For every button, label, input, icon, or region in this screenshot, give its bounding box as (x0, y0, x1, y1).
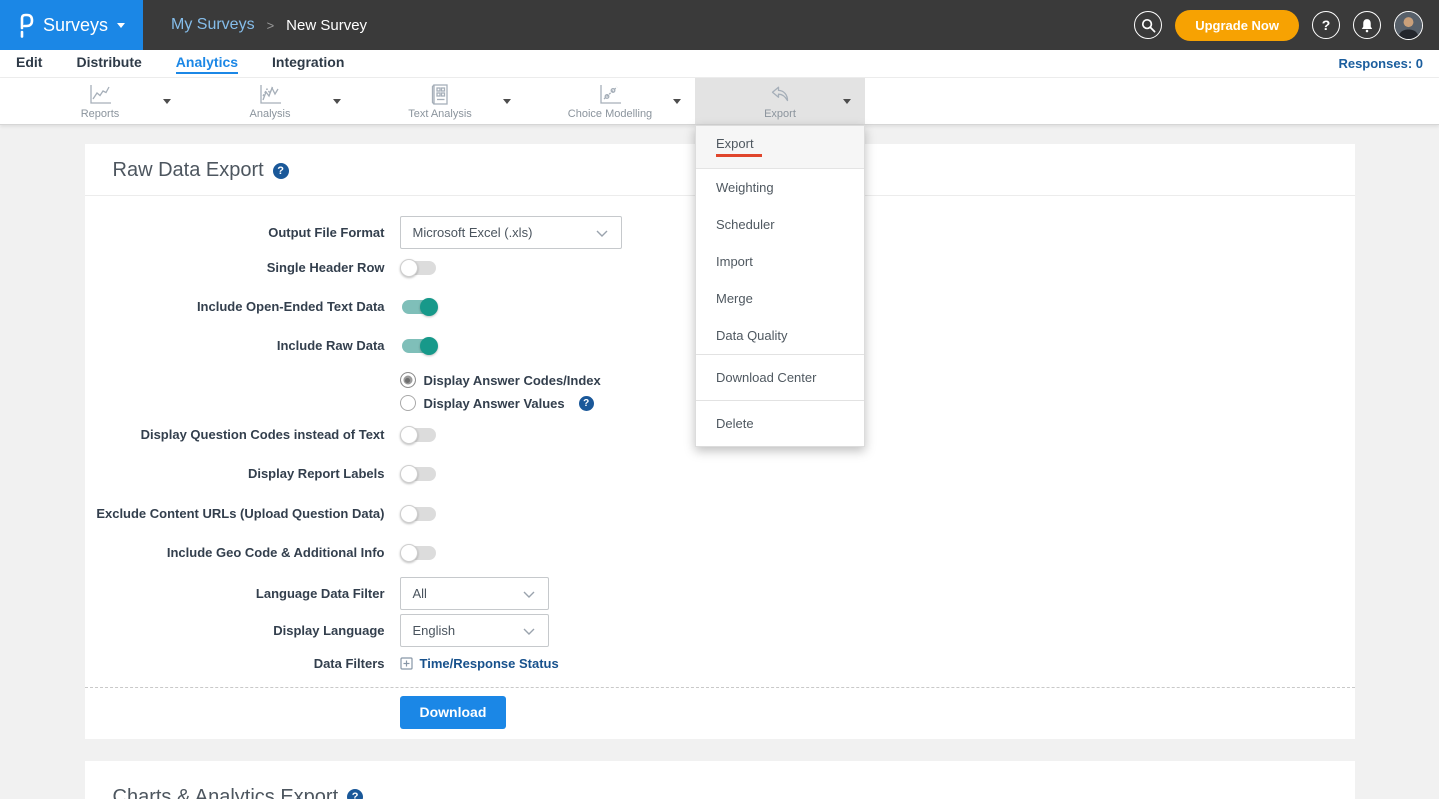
time-response-status-link[interactable]: Time/Response Status (420, 656, 559, 671)
toolbar-text-analysis-label: Text Analysis (408, 108, 472, 120)
answer-values-option: Display Answer Values ? (400, 395, 1355, 411)
responses-count: Responses: 0 (1338, 56, 1439, 71)
include-raw-data-label: Include Raw Data (85, 338, 385, 354)
language-data-filter-select[interactable]: All (400, 577, 549, 610)
answer-codes-radio[interactable] (400, 372, 416, 388)
raw-data-export-title: Raw Data Export (113, 159, 264, 182)
tab-analytics[interactable]: Analytics (176, 54, 238, 74)
question-codes-toggle[interactable] (400, 426, 438, 444)
report-labels-label: Display Report Labels (85, 466, 385, 482)
output-file-format-select[interactable]: Microsoft Excel (.xls) (400, 216, 622, 249)
question-mark-icon: ? (1322, 17, 1331, 33)
product-switcher[interactable]: Surveys (0, 0, 143, 50)
single-header-row-toggle[interactable] (400, 259, 438, 277)
download-row: Download (400, 696, 1355, 739)
menu-item-export[interactable]: Export (696, 126, 864, 169)
analytics-toolbar: Reports Analysis Text Analysis (0, 78, 1439, 125)
menu-item-import[interactable]: Import (696, 243, 864, 280)
answer-values-radio-label[interactable]: Display Answer Values (424, 396, 565, 411)
product-name: Surveys (43, 15, 108, 36)
charts-analytics-export-card: Charts & Analytics Export ? (85, 761, 1355, 799)
plus-square-icon (400, 657, 413, 670)
user-avatar[interactable] (1394, 11, 1423, 40)
toolbar-choice-modelling-label: Choice Modelling (568, 108, 652, 120)
text-analysis-dropdown-caret[interactable] (503, 99, 511, 104)
export-arrow-icon (767, 83, 793, 107)
toolbar-export-label: Export (764, 108, 796, 120)
top-bar: Surveys My Surveys > New Survey Upgrade … (0, 0, 1439, 50)
toolbar-export[interactable]: Export (695, 78, 865, 124)
menu-item-merge[interactable]: Merge (696, 280, 864, 317)
form-footer-divider (85, 687, 1355, 688)
answer-codes-option: Display Answer Codes/Index (400, 372, 1355, 388)
geo-code-label: Include Geo Code & Additional Info (85, 545, 385, 561)
exclude-content-urls-label: Exclude Content URLs (Upload Question Da… (85, 506, 385, 522)
search-icon (1141, 18, 1156, 33)
download-button[interactable]: Download (400, 696, 507, 729)
search-button[interactable] (1134, 11, 1162, 39)
tab-distribute[interactable]: Distribute (76, 54, 141, 74)
chevron-down-icon (595, 227, 609, 239)
help-button[interactable]: ? (1312, 11, 1340, 39)
analysis-dropdown-caret[interactable] (333, 99, 341, 104)
menu-item-download-center[interactable]: Download Center (696, 355, 864, 400)
charts-analytics-help-icon[interactable]: ? (347, 789, 363, 799)
questionpro-logo-icon (18, 12, 34, 38)
report-labels-toggle[interactable] (400, 465, 438, 483)
reports-dropdown-caret[interactable] (163, 99, 171, 104)
answer-values-radio[interactable] (400, 395, 416, 411)
menu-item-scheduler[interactable]: Scheduler (696, 206, 864, 243)
upgrade-now-button[interactable]: Upgrade Now (1175, 10, 1299, 41)
include-raw-data-toggle[interactable] (400, 337, 438, 355)
include-open-ended-label: Include Open-Ended Text Data (85, 299, 385, 315)
raw-data-export-help-icon[interactable]: ? (273, 163, 289, 179)
answer-codes-radio-label[interactable]: Display Answer Codes/Index (424, 373, 601, 388)
export-dropdown-menu: Export Weighting Scheduler Import Merge … (695, 125, 865, 447)
toolbar-analysis-label: Analysis (250, 108, 291, 120)
analysis-chart-icon (257, 83, 283, 107)
choice-modelling-icon (597, 83, 623, 107)
breadcrumb-current-survey: New Survey (286, 17, 367, 34)
menu-item-delete[interactable]: Delete (696, 401, 864, 446)
toolbar-reports-label: Reports (81, 108, 120, 120)
exclude-content-urls-toggle[interactable] (400, 505, 438, 523)
menu-item-weighting[interactable]: Weighting (696, 169, 864, 206)
toolbar-text-analysis[interactable]: Text Analysis (355, 78, 525, 124)
single-header-row-label: Single Header Row (85, 260, 385, 276)
question-codes-label: Display Question Codes instead of Text (85, 427, 385, 443)
output-file-format-label: Output File Format (85, 225, 385, 241)
display-language-label: Display Language (85, 623, 385, 639)
toolbar-reports[interactable]: Reports (15, 78, 185, 124)
reports-chart-icon (87, 83, 113, 107)
notifications-button[interactable] (1353, 11, 1381, 39)
tab-integration[interactable]: Integration (272, 54, 344, 74)
tab-edit[interactable]: Edit (16, 54, 42, 74)
export-dropdown-caret[interactable] (843, 99, 851, 104)
geo-code-toggle[interactable] (400, 544, 438, 562)
topbar-actions: Upgrade Now ? (1134, 10, 1439, 41)
answer-values-help-icon[interactable]: ? (579, 396, 594, 411)
text-analysis-icon (427, 83, 453, 107)
avatar-silhouette (1395, 12, 1422, 39)
toolbar-choice-modelling[interactable]: Choice Modelling (525, 78, 695, 124)
menu-item-data-quality[interactable]: Data Quality (696, 317, 864, 354)
survey-tabs: Edit Distribute Analytics Integration Re… (0, 50, 1439, 78)
choice-modelling-dropdown-caret[interactable] (673, 99, 681, 104)
toolbar-analysis[interactable]: Analysis (185, 78, 355, 124)
language-data-filter-label: Language Data Filter (85, 586, 385, 602)
bell-icon (1360, 18, 1374, 33)
charts-analytics-title: Charts & Analytics Export (113, 786, 339, 799)
data-filters-label: Data Filters (85, 656, 385, 672)
chevron-down-icon (522, 625, 536, 637)
breadcrumb: My Surveys > New Survey (171, 16, 367, 34)
charts-analytics-header: Charts & Analytics Export ? (85, 761, 1355, 799)
breadcrumb-my-surveys[interactable]: My Surveys (171, 16, 255, 34)
chevron-down-icon (522, 588, 536, 600)
include-open-ended-toggle[interactable] (400, 298, 438, 316)
breadcrumb-separator: > (267, 18, 275, 33)
chevron-down-icon (117, 23, 125, 28)
display-language-select[interactable]: English (400, 614, 549, 647)
